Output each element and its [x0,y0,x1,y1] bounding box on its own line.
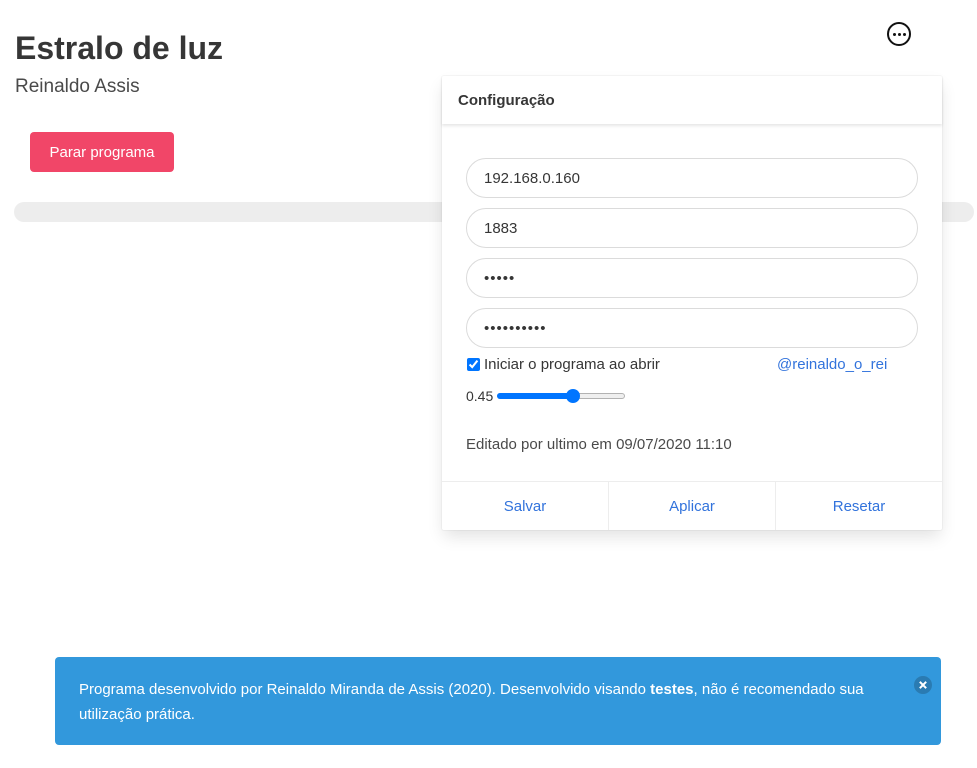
more-dot [897,32,901,36]
apply-button[interactable]: Aplicar [608,482,775,530]
slider-thumb[interactable] [565,389,580,403]
host-input[interactable] [466,158,918,198]
reset-button[interactable]: Resetar [775,482,942,530]
slider-value: 0.45 [466,388,494,404]
config-card-header: Configuração [442,76,942,124]
stop-program-button[interactable]: Parar programa [30,132,174,172]
more-dot [902,32,906,36]
notification-emphasis: testes [650,681,694,698]
slider-fill [497,393,573,399]
save-button[interactable]: Salvar [442,482,608,530]
config-card-footer: Salvar Aplicar Resetar [442,481,942,530]
threshold-slider[interactable] [497,389,626,403]
autostart-checkbox[interactable] [467,358,480,371]
info-notification: Programa desenvolvido por Reinaldo Miran… [55,657,941,745]
threshold-control: 0.45 [466,388,626,404]
author-handle-link[interactable]: @reinaldo_o_rei [777,356,887,373]
page-title: Estralo de luz [15,30,224,66]
more-options-icon[interactable] [887,22,911,46]
config-card: Configuração Iniciar o programa ao abrir… [442,76,942,530]
username-input[interactable] [466,258,918,298]
notification-text: Programa desenvolvido por Reinaldo Miran… [79,681,651,698]
config-title: Configuração [458,91,555,109]
close-icon[interactable] [914,676,932,694]
autostart-option[interactable]: Iniciar o programa ao abrir [466,356,660,373]
password-input[interactable] [466,308,918,348]
page-subtitle: Reinaldo Assis [15,76,140,97]
autostart-label: Iniciar o programa ao abrir [484,356,660,373]
port-input[interactable] [466,208,918,248]
last-edited-text: Editado por ultimo em 09/07/2020 11:10 [466,436,732,453]
more-dot [892,32,896,36]
